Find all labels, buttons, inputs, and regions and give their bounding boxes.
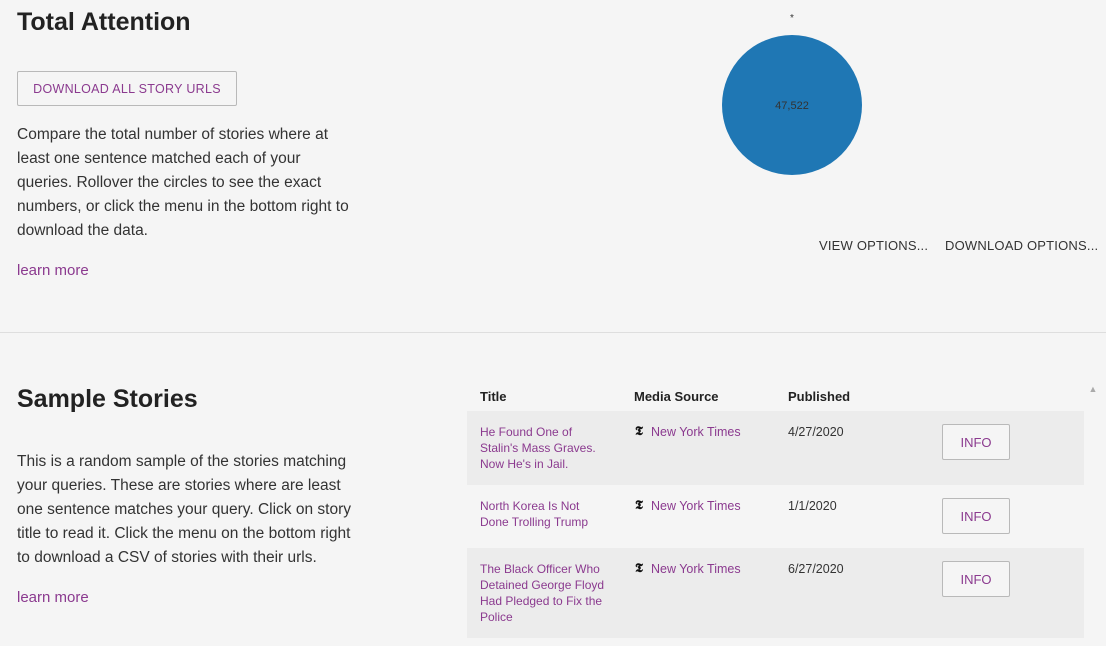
published-date: 4/27/2020: [788, 425, 844, 439]
info-button[interactable]: INFO: [942, 424, 1010, 460]
sample-stories-table: Title Media Source Published He Found On…: [467, 380, 1084, 646]
table-scrollbar[interactable]: ▲: [1087, 380, 1099, 646]
table-row: North Korea Is Not Done Trolling Trump 𝕿…: [467, 485, 1084, 548]
table-row: He Found One of Stalin's Mass Graves. No…: [467, 411, 1084, 485]
story-title-link[interactable]: North Korea Is Not Done Trolling Trump: [480, 498, 610, 530]
info-button[interactable]: INFO: [942, 561, 1010, 597]
table-row: The Black Officer Who Detained George Fl…: [467, 548, 1084, 638]
story-title-link[interactable]: The Black Officer Who Detained George Fl…: [480, 561, 610, 625]
media-source-name: New York Times: [650, 561, 741, 576]
media-source-name: New York Times: [650, 498, 741, 513]
column-header-media-source: Media Source: [634, 389, 719, 404]
column-header-published: Published: [788, 389, 851, 404]
published-date: 6/27/2020: [788, 562, 844, 576]
nyt-logo-icon: 𝕿: [635, 424, 643, 439]
download-all-story-urls-button[interactable]: DOWNLOAD ALL STORY URLS: [17, 71, 237, 106]
download-options-menu[interactable]: DOWNLOAD OPTIONS...: [945, 238, 1098, 253]
media-source-name: New York Times: [650, 424, 741, 439]
scroll-up-arrow-icon[interactable]: ▲: [1087, 384, 1099, 394]
sample-stories-title: Sample Stories: [17, 385, 198, 413]
bubble-value-label: 47,522: [775, 100, 809, 112]
story-title-link[interactable]: He Found One of Stalin's Mass Graves. No…: [480, 424, 610, 472]
attention-bubble-chart: * 47,522: [722, 13, 862, 175]
published-date: 1/1/2020: [788, 499, 837, 513]
total-attention-title: Total Attention: [17, 8, 191, 36]
sample-stories-learn-more-link[interactable]: learn more: [17, 589, 89, 606]
bubble-series-label: *: [790, 13, 794, 24]
info-button[interactable]: INFO: [942, 498, 1010, 534]
media-source-link[interactable]: 𝕿 New York Times: [635, 498, 741, 513]
sample-stories-description: This is a random sample of the stories m…: [17, 453, 351, 566]
table-header: Title Media Source Published: [467, 380, 1084, 410]
total-attention-learn-more-link[interactable]: learn more: [17, 262, 89, 279]
view-options-menu[interactable]: VIEW OPTIONS...: [819, 238, 928, 253]
section-divider: [0, 332, 1106, 333]
nyt-logo-icon: 𝕿: [635, 498, 643, 513]
nyt-logo-icon: 𝕿: [635, 561, 643, 576]
media-source-link[interactable]: 𝕿 New York Times: [635, 424, 741, 439]
total-attention-description: Compare the total number of stories wher…: [17, 126, 349, 239]
column-header-title: Title: [480, 389, 507, 404]
media-source-link[interactable]: 𝕿 New York Times: [635, 561, 741, 576]
